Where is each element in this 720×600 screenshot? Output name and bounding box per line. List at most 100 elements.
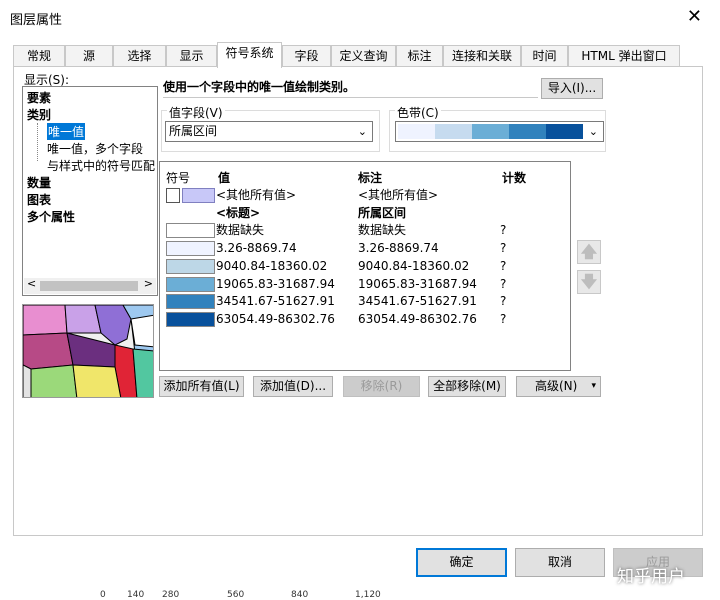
remove-all-button[interactable]: 全部移除(M) (428, 376, 506, 397)
cell-label[interactable]: 3.26-8869.74 (358, 241, 439, 256)
table-row[interactable]: 19065.83-31687.94 19065.83-31687.94? (160, 276, 570, 294)
cancel-button[interactable]: 取消 (515, 548, 605, 577)
header-symbol[interactable]: 符号 (166, 169, 190, 186)
renderer-tree[interactable]: 要素 类别 唯一值 唯一值，多个字段 与样式中的符号匹配 数量 图表 多个属性 … (22, 86, 158, 296)
cell-count: ? (500, 258, 507, 273)
scale-label: 140 (127, 590, 145, 600)
cell-label[interactable]: <其他所有值> (358, 188, 438, 203)
color-ramp-stop (398, 124, 435, 139)
symbol-swatch[interactable] (182, 188, 215, 203)
tree-horizontal-scrollbar[interactable]: < > (24, 277, 156, 294)
scroll-thumb[interactable] (40, 281, 138, 291)
chevron-down-icon: ⌄ (357, 125, 367, 138)
tab-strip: 常规源选择 显示 符号系统 字段 定义查询 标注 连接和关联 时间 HTML 弹出窗口 (13, 42, 703, 68)
value-field-select[interactable]: 所属区间 ⌄ (165, 121, 373, 142)
cell-count: ? (500, 276, 507, 291)
watermark: 知乎用户 (617, 567, 685, 587)
tree-item-quantities[interactable]: 数量 (27, 174, 51, 191)
cell-label[interactable]: 9040.84-18360.02 (358, 259, 469, 274)
tab-3[interactable]: 显示 (166, 45, 217, 67)
tab-4[interactable]: 符号系统 (217, 42, 282, 68)
move-down-button[interactable]: 🡇 (577, 270, 601, 294)
symbol-swatch[interactable] (166, 241, 215, 257)
tree-item-unique-values[interactable]: 唯一值 (47, 123, 86, 140)
tree-item-multiple-attributes[interactable]: 多个属性 (27, 208, 75, 225)
tree-item-charts[interactable]: 图表 (27, 191, 51, 208)
symbol-swatch[interactable] (166, 258, 215, 274)
tab-7[interactable]: 标注 (396, 45, 443, 67)
value-field-value: 所属区间 (169, 124, 218, 138)
symbol-swatch[interactable] (166, 276, 215, 292)
add-all-values-button[interactable]: 添加所有值(L) (159, 376, 244, 397)
import-button[interactable]: 导入(I)... (541, 78, 603, 99)
tree-item-unique-values-many-fields[interactable]: 唯一值，多个字段 (47, 140, 143, 157)
renderer-description: 使用一个字段中的唯一值绘制类别。 (163, 78, 538, 98)
cell-count: ? (500, 311, 507, 326)
tree-item-categories[interactable]: 类别 (27, 106, 51, 123)
tab-1[interactable]: 源 (65, 45, 113, 67)
header-count[interactable]: 计数 (502, 169, 526, 186)
symbol-swatch[interactable] (166, 223, 215, 239)
scale-label: 1,120 (355, 590, 381, 600)
layer-properties-dialog: 图层属性 ✕ 常规源选择 显示 符号系统 字段 定义查询 标注 连接和关联 时间 HTML 弹出… (0, 0, 720, 600)
cell-value: 数据缺失 (216, 223, 265, 238)
cell-value: 19065.83-31687.94 (216, 276, 335, 291)
cell-value: 63054.49-86302.76 (216, 311, 335, 326)
table-row[interactable]: 9040.84-18360.02 9040.84-18360.02? (160, 258, 570, 276)
tab-10[interactable]: HTML 弹出窗口 (568, 45, 680, 67)
table-row[interactable]: <标题> 所属区间 (160, 206, 570, 223)
cell-value: 9040.84-18360.02 (216, 258, 328, 273)
advanced-label: 高级(N) (535, 379, 578, 393)
table-row[interactable]: 3.26-8869.74 3.26-8869.74? (160, 241, 570, 258)
cell-label[interactable]: 34541.67-51627.91 (358, 294, 477, 309)
tab-8[interactable]: 连接和关联 (443, 45, 521, 67)
symbol-swatch[interactable] (166, 294, 215, 310)
tab-6[interactable]: 定义查询 (331, 45, 396, 67)
tab-5[interactable]: 字段 (282, 45, 331, 67)
cell-value: 3.26-8869.74 (216, 241, 297, 256)
close-icon[interactable]: ✕ (687, 6, 702, 27)
table-row[interactable]: <其他所有值> <其他所有值> (160, 188, 570, 205)
move-up-button[interactable]: 🡅 (577, 240, 601, 264)
tree-item-match-to-style[interactable]: 与样式中的符号匹配 (47, 157, 155, 174)
scale-label: 560 (227, 590, 245, 600)
symbol-swatch[interactable] (166, 311, 215, 327)
table-row[interactable]: 数据缺失 数据缺失? (160, 223, 570, 240)
scale-label: 840 (291, 590, 309, 600)
dropdown-arrow-icon: ▾ (591, 381, 596, 391)
color-ramp-stop (472, 124, 509, 139)
cell-count: ? (500, 241, 507, 256)
scale-label: 280 (162, 590, 180, 600)
cell-count: ? (500, 294, 507, 309)
table-row[interactable]: 63054.49-86302.76 63054.49-86302.76? (160, 311, 570, 329)
symbol-classes-table[interactable]: 符号 值 标注 计数 <其他所有值> <其他所有值> <标题> 所属区间 数据缺失 数据缺… (159, 161, 571, 371)
value-field-label: 值字段(V) (167, 104, 225, 121)
cell-label[interactable]: 63054.49-86302.76 (358, 312, 477, 327)
tab-0[interactable]: 常规 (13, 45, 65, 67)
chevron-down-icon: ⌄ (588, 125, 598, 138)
cell-count: ? (500, 223, 507, 238)
cell-value: <标题> (216, 205, 261, 220)
color-ramp-label: 色带(C) (395, 104, 441, 121)
scroll-right-icon[interactable]: > (144, 277, 153, 290)
cell-label[interactable]: 19065.83-31687.94 (358, 277, 477, 292)
cell-label[interactable]: 所属区间 (358, 206, 406, 221)
table-row[interactable]: 34541.67-51627.91 34541.67-51627.91? (160, 294, 570, 311)
tab-9[interactable]: 时间 (521, 45, 568, 67)
symbol-swatch[interactable] (166, 188, 180, 203)
header-value[interactable]: 值 (218, 169, 230, 186)
ok-button[interactable]: 确定 (416, 548, 507, 577)
cell-label[interactable]: 数据缺失 (358, 223, 406, 238)
tab-2[interactable]: 选择 (113, 45, 166, 67)
add-values-button[interactable]: 添加值(D)... (253, 376, 333, 397)
scroll-left-icon[interactable]: < (27, 277, 36, 290)
dialog-title: 图层属性 (10, 13, 63, 28)
color-ramp-stop (435, 124, 472, 139)
color-ramp-select[interactable]: ⌄ (395, 121, 604, 142)
header-label[interactable]: 标注 (358, 169, 382, 186)
tree-item-features[interactable]: 要素 (27, 89, 51, 106)
advanced-button[interactable]: 高级(N) ▾ (516, 376, 601, 397)
cell-value: 34541.67-51627.91 (216, 294, 335, 309)
cell-value: <其他所有值> (216, 188, 297, 202)
remove-button[interactable]: 移除(R) (343, 376, 420, 397)
